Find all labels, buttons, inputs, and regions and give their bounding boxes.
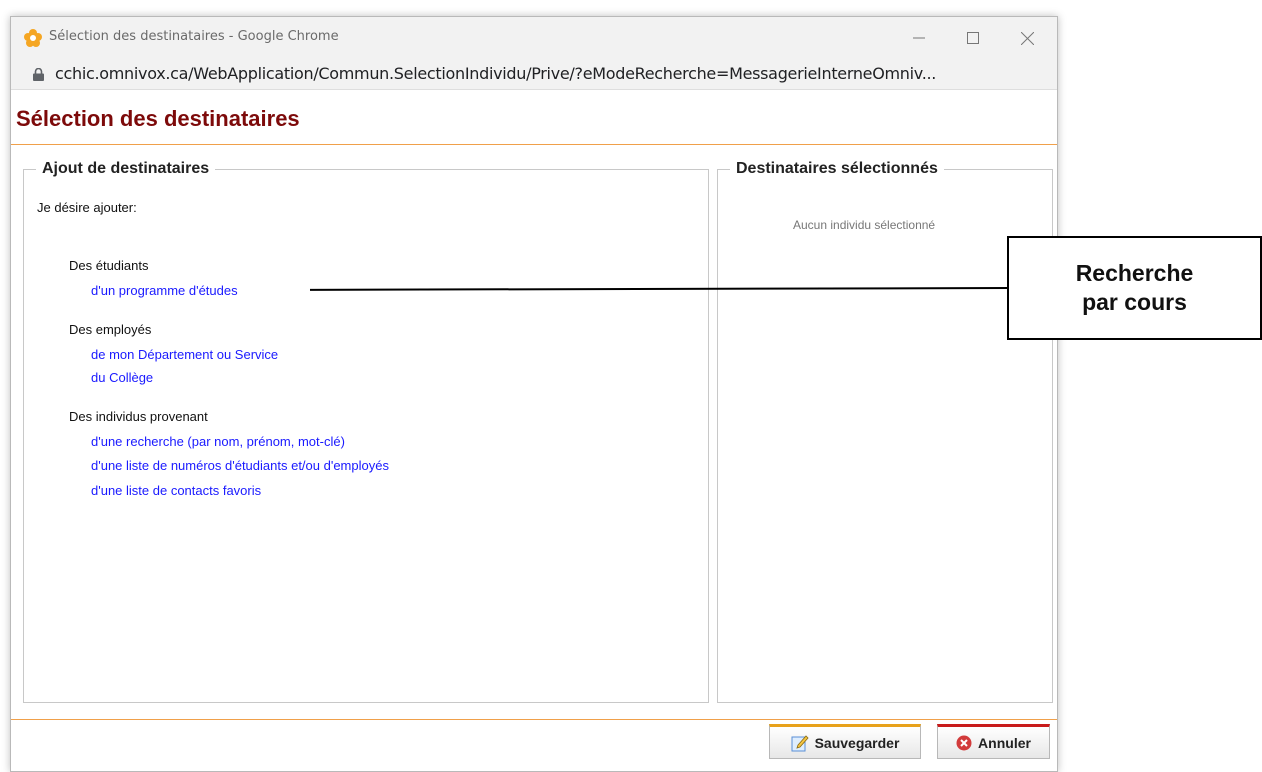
browser-window: Sélection des destinataires - Google Chr…: [10, 16, 1058, 772]
footer-divider: [11, 719, 1057, 720]
edit-icon: [791, 734, 809, 752]
close-icon: [1020, 31, 1034, 45]
group-label-individuals: Des individus provenant: [69, 409, 208, 424]
link-college[interactable]: du Collège: [91, 370, 153, 385]
title-bar: Sélection des destinataires - Google Chr…: [11, 17, 1057, 59]
maximize-icon: [967, 32, 979, 44]
url-text[interactable]: cchic.omnivox.ca/WebApplication/Commun.S…: [55, 64, 936, 83]
cancel-circle-icon: [956, 735, 972, 751]
cancel-button[interactable]: Annuler: [937, 724, 1050, 759]
link-number-list[interactable]: d'une liste de numéros d'étudiants et/ou…: [91, 458, 389, 473]
group-label-students: Des étudiants: [69, 258, 149, 273]
callout-line2: par cours: [1082, 289, 1187, 315]
link-my-department[interactable]: de mon Département ou Service: [91, 347, 278, 362]
window-title: Sélection des destinataires - Google Chr…: [49, 29, 339, 44]
link-search[interactable]: d'une recherche (par nom, prénom, mot-cl…: [91, 434, 345, 449]
empty-selection-text: Aucun individu sélectionné: [793, 218, 936, 232]
link-study-program[interactable]: d'un programme d'études: [91, 283, 238, 298]
minimize-icon: [913, 37, 925, 39]
app-flower-icon: [23, 28, 43, 48]
intro-text: Je désire ajouter:: [37, 200, 137, 215]
cancel-button-label: Annuler: [978, 734, 1031, 751]
minimize-button[interactable]: [897, 23, 941, 53]
close-button[interactable]: [1005, 23, 1049, 53]
link-favorite-contacts[interactable]: d'une liste de contacts favoris: [91, 483, 261, 498]
callout-line1: Recherche: [1075, 260, 1194, 286]
address-bar[interactable]: cchic.omnivox.ca/WebApplication/Commun.S…: [11, 59, 1057, 90]
selected-recipients-legend: Destinataires sélectionnés: [736, 160, 938, 177]
save-button-label: Sauvegarder: [814, 734, 900, 751]
maximize-button[interactable]: [951, 23, 995, 53]
lock-icon: [33, 67, 44, 86]
title-divider: [11, 144, 1057, 145]
group-label-employees: Des employés: [69, 322, 152, 337]
add-recipients-legend: Ajout de destinataires: [42, 160, 210, 177]
add-recipients-panel: Ajout de destinataires: [23, 160, 709, 703]
save-button[interactable]: Sauvegarder: [769, 724, 921, 759]
callout-box: Recherche par cours: [1007, 236, 1262, 340]
selected-recipients-panel: Destinataires sélectionnés: [717, 160, 1053, 703]
page-title: Sélection des destinataires: [16, 106, 300, 131]
